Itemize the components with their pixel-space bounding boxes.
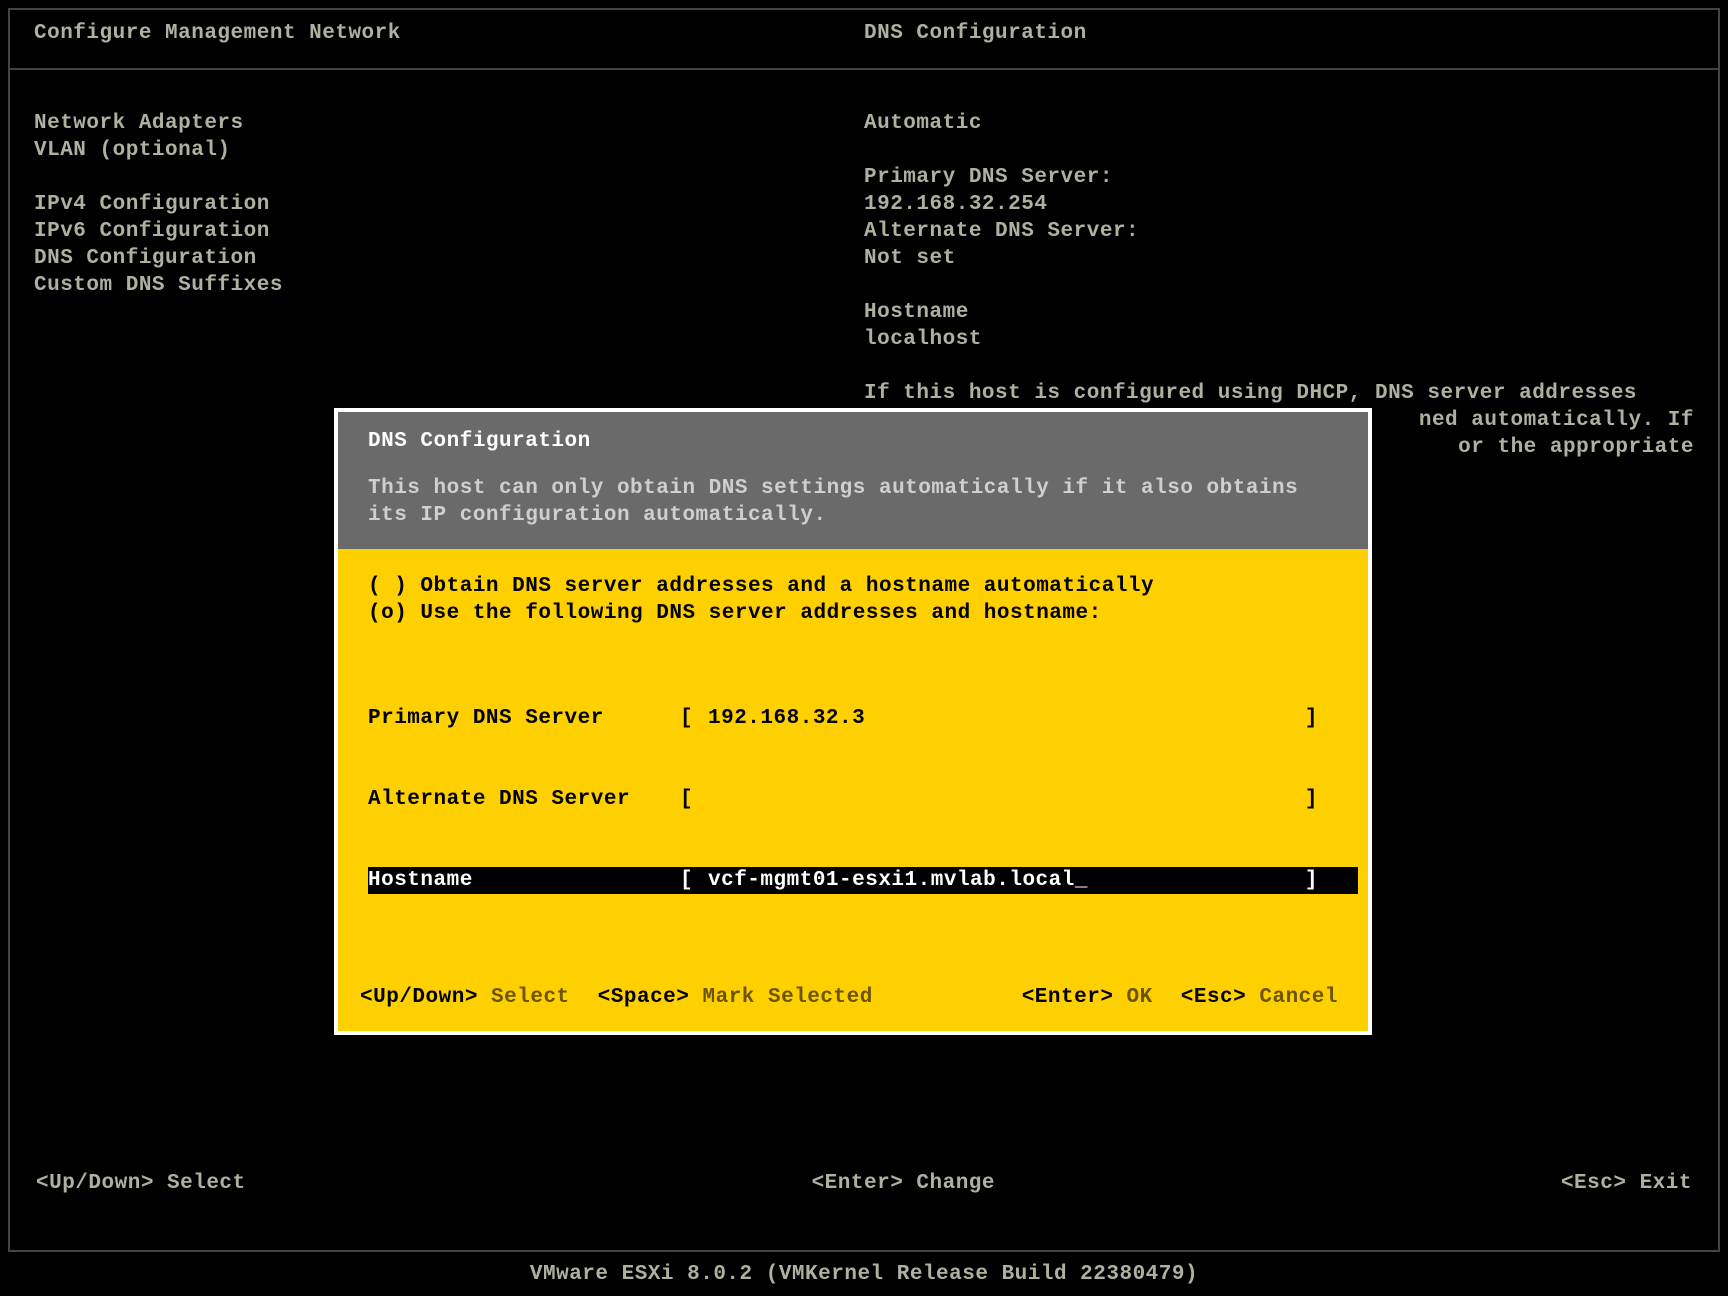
dns-config-dialog: DNS Configuration This host can only obt… — [334, 408, 1372, 1035]
field-alt-dns[interactable]: Alternate DNS Server [ ] — [368, 786, 1358, 813]
info-primary-label: Primary DNS Server: — [864, 164, 1694, 191]
hint-esc: <Esc> Exit — [1561, 1170, 1692, 1204]
field-host-value[interactable]: vcf-mgmt01-esxi1.mvlab.local — [708, 867, 1292, 894]
info-mode: Automatic — [864, 110, 1694, 137]
field-hostname[interactable]: Hostname [ vcf-mgmt01-esxi1.mvlab.local … — [368, 867, 1358, 894]
info-note-l1: If this host is configured using DHCP, D… — [864, 380, 1694, 407]
info-note-l2b: ned automatically. If — [1419, 409, 1694, 432]
menu-item-ipv6[interactable]: IPv6 Configuration — [34, 218, 864, 245]
menu-item-ipv4[interactable]: IPv4 Configuration — [34, 191, 864, 218]
dlg-hint-updown-act: Select — [491, 986, 570, 1009]
radio-auto[interactable]: ( ) Obtain DNS server addresses and a ho… — [368, 573, 1358, 600]
header-rule — [10, 68, 1718, 70]
dlg-hint-esc-key[interactable]: <Esc> — [1181, 986, 1247, 1009]
dialog-fields: Primary DNS Server [ 192.168.32.3 ] Alte… — [368, 651, 1358, 948]
dialog-header: DNS Configuration This host can only obt… — [338, 412, 1368, 549]
info-note-l3b: or the appropriate — [1458, 436, 1694, 459]
dlg-hint-space-act: Mark Selected — [702, 986, 872, 1009]
dlg-hint-enter-act[interactable]: OK — [1127, 986, 1153, 1009]
field-primary-value[interactable]: 192.168.32.3 — [708, 705, 1292, 732]
dlg-hint-space-key: <Space> — [598, 986, 690, 1009]
info-host-value: localhost — [864, 326, 1694, 353]
header-right-title: DNS Configuration — [864, 20, 1694, 47]
info-alt-label: Alternate DNS Server: — [864, 218, 1694, 245]
menu-item-dns[interactable]: DNS Configuration — [34, 245, 864, 272]
radio-manual[interactable]: (o) Use the following DNS server address… — [368, 600, 1358, 627]
hint-updown: <Up/Down> Select — [36, 1170, 246, 1204]
info-alt-value: Not set — [864, 245, 1694, 272]
esxi-dcui-screen: Configure Management Network DNS Configu… — [0, 0, 1728, 1296]
dialog-subtitle-l1: This host can only obtain DNS settings a… — [368, 475, 1338, 502]
field-primary-dns[interactable]: Primary DNS Server [ 192.168.32.3 ] — [368, 705, 1358, 732]
dlg-hint-updown-key: <Up/Down> — [360, 986, 478, 1009]
dialog-title: DNS Configuration — [368, 428, 1338, 455]
field-alt-label: Alternate DNS Server — [368, 786, 680, 813]
header-left-title: Configure Management Network — [34, 20, 864, 47]
dlg-hint-esc-act[interactable]: Cancel — [1259, 986, 1338, 1009]
field-host-label: Hostname — [368, 867, 680, 894]
menu-item-dns-suffixes[interactable]: Custom DNS Suffixes — [34, 272, 864, 299]
dialog-body: ( ) Obtain DNS server addresses and a ho… — [338, 549, 1368, 972]
panel-header: Configure Management Network DNS Configu… — [10, 10, 1718, 61]
info-primary-value: 192.168.32.254 — [864, 191, 1694, 218]
menu-item-vlan[interactable]: VLAN (optional) — [34, 137, 864, 164]
field-primary-label: Primary DNS Server — [368, 705, 680, 732]
hint-enter: <Enter> Change — [812, 1170, 995, 1204]
field-alt-value[interactable] — [708, 786, 1292, 813]
version-line: VMware ESXi 8.0.2 (VMKernel Release Buil… — [0, 1261, 1728, 1288]
dialog-subtitle-l2: its IP configuration automatically. — [368, 502, 1338, 529]
info-host-label: Hostname — [864, 299, 1694, 326]
dlg-hint-enter-key[interactable]: <Enter> — [1022, 986, 1114, 1009]
dialog-footer-hints: <Up/Down> Select <Space> Mark Selected <… — [338, 972, 1368, 1031]
menu-item-network-adapters[interactable]: Network Adapters — [34, 110, 864, 137]
panel-footer-hints: <Up/Down> Select <Enter> Change <Esc> Ex… — [20, 1164, 1708, 1204]
